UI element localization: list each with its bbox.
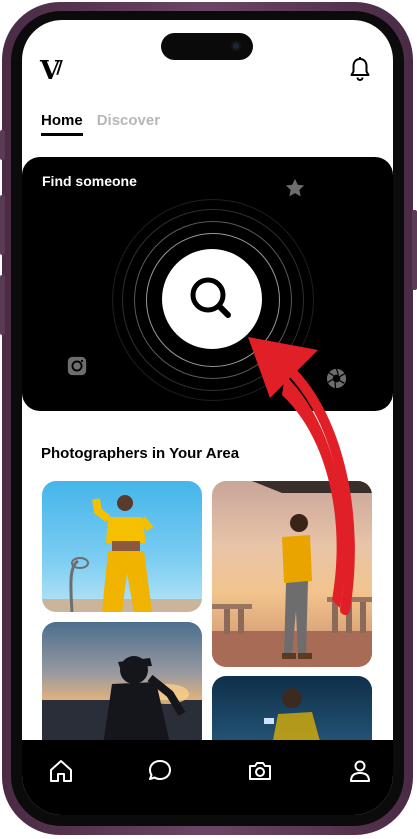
phone-side-button xyxy=(0,195,5,255)
find-someone-card[interactable]: Find someone xyxy=(22,157,393,411)
chat-icon[interactable] xyxy=(147,758,173,784)
dynamic-island xyxy=(161,33,253,60)
phone-side-button xyxy=(412,210,417,290)
bell-icon[interactable] xyxy=(348,56,372,82)
star-icon xyxy=(285,178,305,197)
hero-title: Find someone xyxy=(42,173,137,189)
home-icon[interactable] xyxy=(48,758,74,784)
app-logo[interactable]: V/ xyxy=(40,56,63,86)
photographer-card[interactable] xyxy=(42,622,202,752)
phone-side-button xyxy=(0,275,5,335)
profile-icon[interactable] xyxy=(347,758,373,784)
bottom-nav xyxy=(22,740,393,815)
photographer-card[interactable] xyxy=(42,481,202,612)
instagram-icon xyxy=(67,356,87,376)
search-button[interactable] xyxy=(162,249,262,349)
camera-icon[interactable] xyxy=(247,758,273,784)
tab-discover[interactable]: Discover xyxy=(97,112,160,133)
aperture-icon xyxy=(326,368,347,389)
tab-home[interactable]: Home xyxy=(41,112,83,136)
photographer-card[interactable] xyxy=(212,481,372,667)
phone-side-button xyxy=(0,130,5,160)
photo-image xyxy=(42,495,202,612)
photo-image xyxy=(212,481,372,667)
app-screen: V/ Home Discover Find someone Photograph… xyxy=(22,20,393,815)
top-tabs: Home Discover xyxy=(41,112,160,136)
front-camera xyxy=(231,41,241,51)
search-icon xyxy=(190,277,231,318)
photo-image xyxy=(42,656,202,752)
section-title: Photographers in Your Area xyxy=(41,445,240,462)
